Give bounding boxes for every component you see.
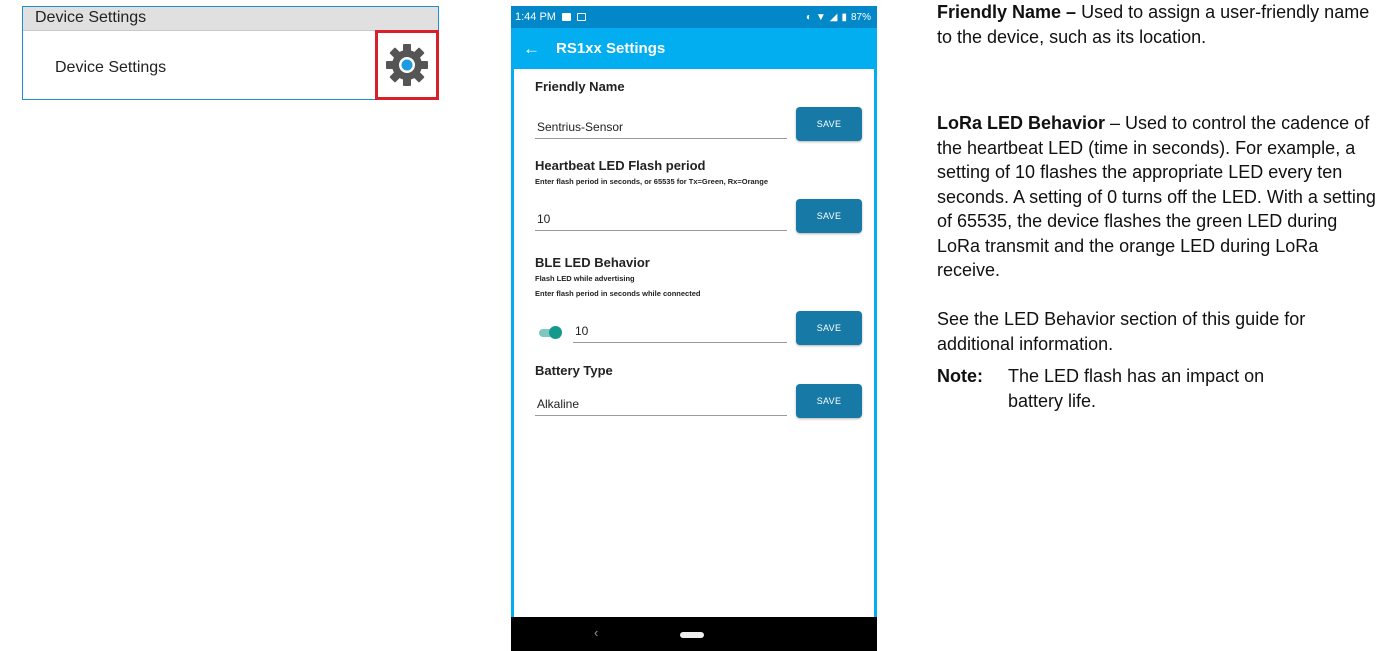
phone-screen: 1:44 PM ◐ ▼ ◢ ▮ 87% ← RS1xx Settings Fri… [511, 6, 877, 651]
wifi-icon: ▼ [815, 11, 826, 23]
toggle-thumb [549, 326, 562, 339]
friendly-name-row: Sentrius-Sensor SAVE [535, 107, 865, 141]
lora-led-description: LoRa LED Behavior – Used to control the … [937, 111, 1377, 283]
see-also-paragraph: See the LED Behavior section of this gui… [937, 309, 1306, 354]
battery-section: Battery Type Alkaline SAVE [535, 363, 865, 443]
screen-notification-icon [576, 13, 586, 21]
device-settings-panel: Device Settings Device Settings [22, 6, 439, 100]
app-title: RS1xx Settings [556, 40, 666, 57]
vibrate-icon: ◐ [805, 11, 812, 23]
battery-save-button[interactable]: SAVE [796, 384, 862, 418]
ble-underline [573, 342, 787, 343]
heartbeat-underline [535, 230, 787, 231]
friendly-name-underline [535, 138, 787, 139]
heartbeat-subtitle: Enter flash period in seconds, or 65535 … [535, 177, 768, 186]
back-arrow-icon[interactable]: ← [523, 39, 553, 59]
battery-row: Alkaline SAVE [535, 384, 865, 418]
ble-advertising-toggle[interactable] [539, 326, 562, 339]
image-notification-icon [561, 13, 571, 21]
note-label: Note: [937, 366, 983, 386]
ble-save-button[interactable]: SAVE [796, 311, 862, 345]
status-bar: 1:44 PM ◐ ▼ ◢ ▮ 87% [511, 6, 877, 28]
heartbeat-row: 10 SAVE [535, 199, 865, 233]
device-settings-button[interactable] [375, 30, 439, 100]
nav-back-icon[interactable]: ‹ [594, 625, 598, 640]
heartbeat-title: Heartbeat LED Flash period [535, 158, 706, 173]
nav-home-icon[interactable] [680, 632, 704, 638]
friendly-name-description: Friendly Name – Used to assign a user-fr… [937, 0, 1377, 49]
device-settings-header: Device Settings [23, 7, 438, 31]
friendly-name-input[interactable]: Sentrius-Sensor [537, 120, 623, 134]
battery-underline [535, 415, 787, 416]
battery-icon: ▮ [841, 11, 847, 23]
ble-title: BLE LED Behavior [535, 255, 650, 270]
app-bar: ← RS1xx Settings [511, 28, 877, 69]
navigation-bar: ‹ [511, 617, 877, 651]
ble-row: 10 SAVE [535, 311, 865, 345]
battery-percent: 87% [850, 11, 871, 23]
friendly-name-term: Friendly Name – [937, 2, 1077, 22]
heartbeat-save-button[interactable]: SAVE [796, 199, 862, 233]
battery-title: Battery Type [535, 363, 613, 378]
ble-input[interactable]: 10 [575, 324, 588, 338]
lora-led-desc-text: – Used to control the cadence of the hea… [937, 113, 1376, 280]
signal-icon: ◢ [829, 11, 838, 23]
friendly-name-title: Friendly Name [535, 79, 625, 94]
lora-led-term: LoRa LED Behavior [937, 113, 1106, 133]
status-time: 1:44 PM [515, 11, 556, 23]
ble-subtitle-advertising: Flash LED while advertising [535, 274, 635, 283]
ble-subtitle-connected: Enter flash period in seconds while conn… [535, 289, 701, 298]
gear-icon [386, 44, 428, 86]
battery-select[interactable]: Alkaline [537, 397, 579, 411]
friendly-name-save-button[interactable]: SAVE [796, 107, 862, 141]
device-settings-label: Device Settings [55, 59, 167, 76]
settings-content: Friendly Name Sentrius-Sensor SAVE Heart… [511, 69, 877, 617]
heartbeat-input[interactable]: 10 [537, 212, 550, 226]
note-text: The LED flash has an impact on battery l… [1008, 366, 1265, 411]
ble-section: BLE LED Behavior Flash LED while adverti… [535, 255, 865, 355]
heartbeat-section: Heartbeat LED Flash period Enter flash p… [535, 158, 865, 248]
friendly-name-section: Friendly Name Sentrius-Sensor SAVE [535, 79, 865, 159]
